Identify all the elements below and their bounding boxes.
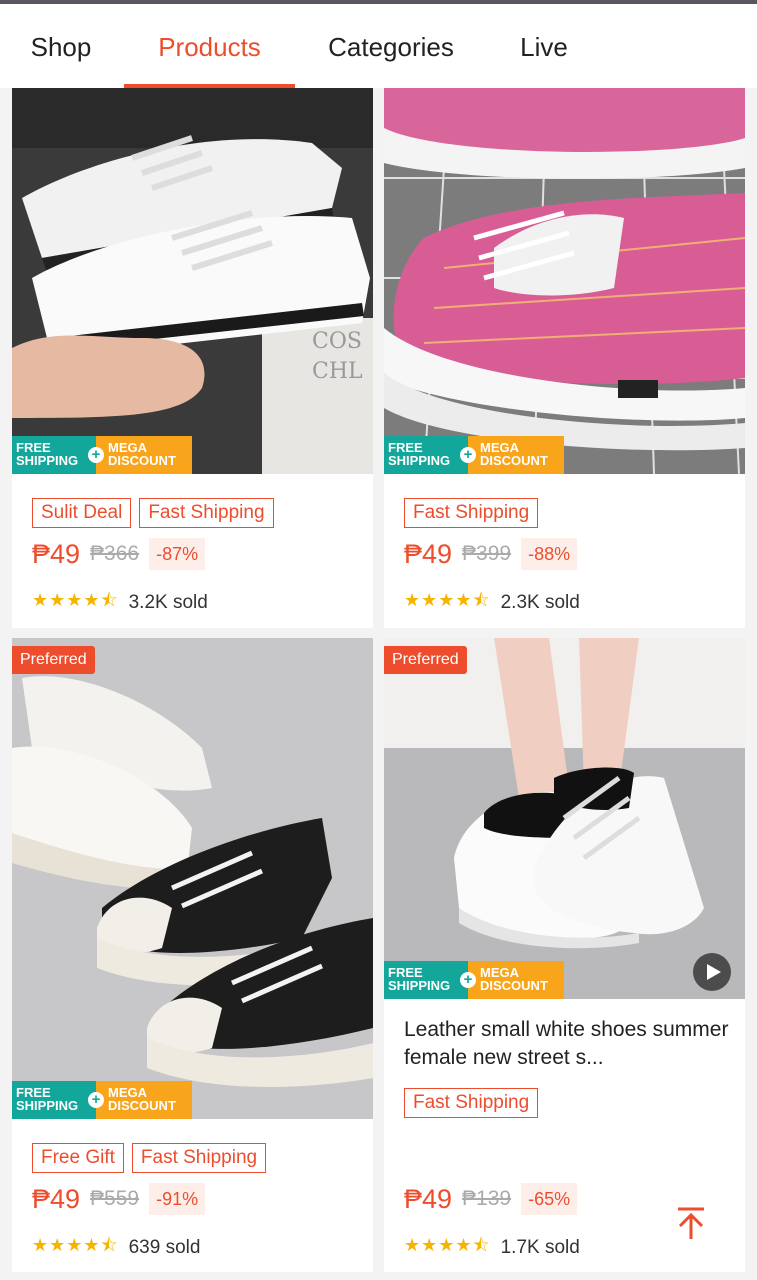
price-row: ₱49 ₱559 -91% — [32, 1183, 206, 1215]
original-price: ₱559 — [90, 1187, 140, 1210]
product-image[interactable]: Preferred FREE SHIPPING + MEGA DISCOUNT — [384, 638, 745, 999]
sold-count: 2.3K sold — [500, 592, 580, 613]
rating-row: ★★★★⯪ 2.3K sold — [404, 588, 580, 618]
svg-text:COS: COS — [312, 329, 362, 354]
product-image[interactable]: Preferred FREE SHIPPING + MEGA DISCOUNT — [12, 638, 373, 1119]
original-price: ₱366 — [90, 542, 140, 565]
discount-badge: -88% — [521, 538, 578, 570]
product-image[interactable]: COS CHL FREE SHIPPING + MEGA DISCOUNT — [12, 88, 373, 474]
preferred-badge: Preferred — [12, 646, 95, 674]
svg-text:CHL: CHL — [312, 359, 363, 384]
star-icon: ★★★★⯪ — [32, 590, 119, 610]
original-price: ₱139 — [462, 1187, 512, 1210]
product-title[interactable]: Leather small white shoes summer female … — [404, 1016, 729, 1072]
tag-fast-shipping: Fast Shipping — [404, 1088, 539, 1118]
product-card[interactable]: FREE SHIPPING + MEGA DISCOUNT Fast Shipping… — [384, 88, 745, 628]
product-card[interactable]: COS CHL FREE SHIPPING + MEGA DISCOUNT Sulit… — [12, 88, 373, 628]
free-shipping-mega-discount-badge: FREE SHIPPING + MEGA DISCOUNT — [384, 436, 564, 474]
free-shipping-mega-discount-badge: FREE SHIPPING + MEGA DISCOUNT — [12, 436, 192, 474]
play-icon[interactable] — [693, 953, 731, 991]
tag-sulit-deal: Sulit Deal — [32, 498, 132, 528]
discount-badge: -91% — [149, 1183, 206, 1215]
tab-categories[interactable]: Categories — [318, 4, 464, 88]
preferred-badge: Preferred — [384, 646, 467, 674]
star-icon: ★★★★⯪ — [32, 1235, 119, 1255]
tag-fast-shipping: Fast Shipping — [131, 1143, 267, 1173]
sold-count: 3.2K sold — [128, 592, 208, 613]
rating-row: ★★★★⯪ 639 sold — [32, 1233, 200, 1263]
free-shipping-mega-discount-badge: FREE SHIPPING + MEGA DISCOUNT — [12, 1081, 192, 1119]
tab-shop[interactable]: Shop — [22, 4, 100, 88]
price-row: ₱49 ₱139 -65% — [404, 1183, 578, 1215]
product-tags: Fast Shipping — [404, 498, 539, 528]
product-price: ₱49 — [404, 538, 453, 569]
product-price: ₱49 — [404, 1183, 453, 1214]
tag-fast-shipping: Fast Shipping — [139, 498, 274, 528]
product-image[interactable]: FREE SHIPPING + MEGA DISCOUNT — [384, 88, 745, 474]
arrow-up-to-top-icon[interactable] — [672, 1205, 710, 1243]
product-price: ₱49 — [32, 538, 81, 569]
rating-row: ★★★★⯪ 3.2K sold — [32, 588, 208, 618]
product-tags: Fast Shipping — [404, 1088, 539, 1118]
product-price: ₱49 — [32, 1183, 81, 1214]
tab-live[interactable]: Live — [510, 4, 578, 88]
sold-count: 639 sold — [128, 1237, 201, 1258]
tab-products[interactable]: Products — [124, 4, 295, 88]
price-row: ₱49 ₱366 -87% — [32, 538, 206, 570]
original-price: ₱399 — [462, 542, 512, 565]
discount-badge: -87% — [149, 538, 206, 570]
product-card[interactable]: Preferred FREE SHIPPING + MEGA DISCOUNT Lea… — [384, 638, 745, 1272]
free-shipping-mega-discount-badge: FREE SHIPPING + MEGA DISCOUNT — [384, 961, 564, 999]
tag-free-gift: Free Gift — [32, 1143, 124, 1173]
product-tags: Free Gift Fast Shipping — [32, 1143, 267, 1173]
discount-badge: -65% — [521, 1183, 578, 1215]
rating-row: ★★★★⯪ 1.7K sold — [404, 1233, 580, 1263]
star-icon: ★★★★⯪ — [404, 590, 491, 610]
product-card[interactable]: Preferred FREE SHIPPING + MEGA DISCOUNT Fre… — [12, 638, 373, 1272]
tag-fast-shipping: Fast Shipping — [404, 498, 539, 528]
shop-tab-bar: Shop Products Categories Live — [0, 4, 757, 88]
product-tags: Sulit Deal Fast Shipping — [32, 498, 274, 528]
price-row: ₱49 ₱399 -88% — [404, 538, 578, 570]
sold-count: 1.7K sold — [500, 1237, 580, 1258]
star-icon: ★★★★⯪ — [404, 1235, 491, 1255]
